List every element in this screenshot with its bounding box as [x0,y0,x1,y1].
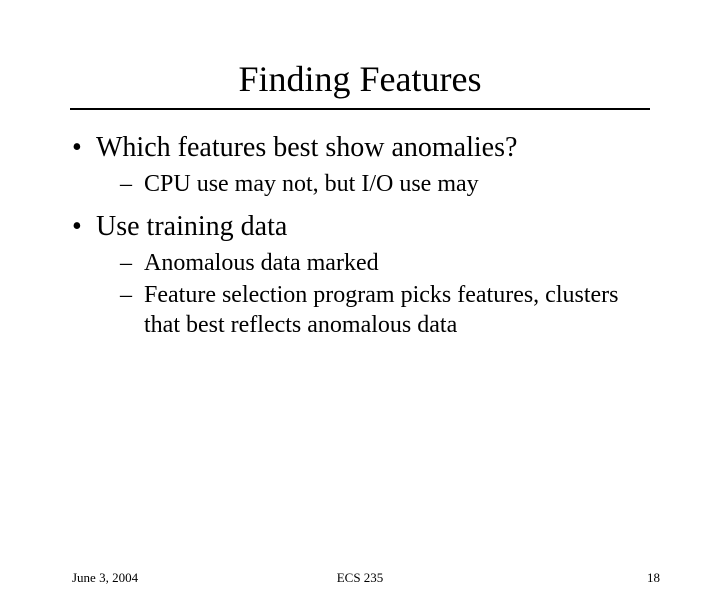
sub-bullet-list: CPU use may not, but I/O use may [96,169,660,199]
sub-bullet-item: Anomalous data marked [96,248,660,278]
bullet-list: Which features best show anomalies? CPU … [72,130,660,340]
bullet-text: Use training data [96,211,287,242]
bullet-item: Use training data Anomalous data marked … [72,209,660,340]
sub-bullet-text: Anomalous data marked [144,250,379,276]
footer-page-number: 18 [647,570,660,586]
slide-content: Which features best show anomalies? CPU … [72,130,660,340]
sub-bullet-item: Feature selection program picks features… [96,280,660,340]
title-rule [70,108,650,110]
slide: Finding Features Which features best sho… [0,58,720,598]
sub-bullet-text: CPU use may not, but I/O use may [144,171,479,197]
bullet-text: Which features best show anomalies? [96,132,517,163]
sub-bullet-item: CPU use may not, but I/O use may [96,169,660,199]
sub-bullet-text: Feature selection program picks features… [144,282,619,338]
slide-title: Finding Features [0,58,720,100]
bullet-item: Which features best show anomalies? CPU … [72,130,660,199]
footer-course: ECS 235 [0,570,720,586]
sub-bullet-list: Anomalous data marked Feature selection … [96,248,660,340]
